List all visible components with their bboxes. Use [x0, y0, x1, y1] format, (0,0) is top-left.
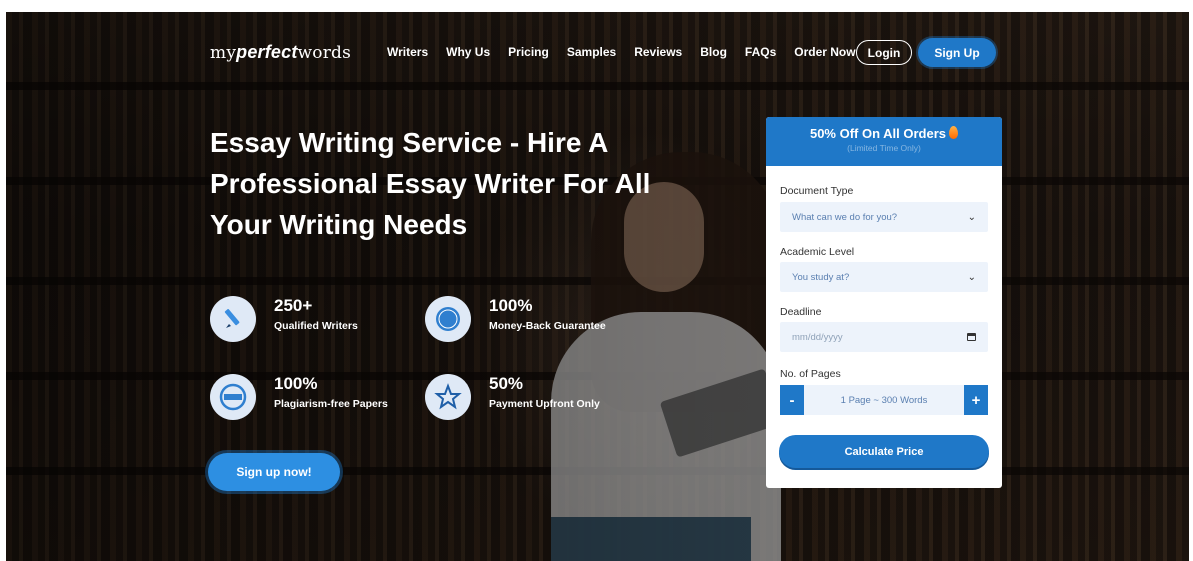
pages-value: 1 Page ~ 300 Words: [804, 385, 964, 415]
academic-level-select[interactable]: You study at? ⌄: [780, 262, 988, 292]
pages-label: No. of Pages: [780, 368, 841, 380]
feature-label: Qualified Writers: [274, 320, 358, 332]
background-overlay: [6, 12, 1189, 561]
academic-level-label: Academic Level: [780, 246, 855, 258]
deadline-input[interactable]: mm/dd/yyyy: [780, 322, 988, 352]
nav-why-us[interactable]: Why Us: [446, 45, 490, 59]
star-icon: [425, 374, 471, 420]
calculate-price-button[interactable]: Calculate Price: [779, 435, 989, 468]
logo-suffix: words: [297, 43, 352, 63]
login-button[interactable]: Login: [856, 40, 912, 65]
main-nav: Writers Why Us Pricing Samples Reviews B…: [387, 45, 874, 59]
increase-pages-button[interactable]: +: [964, 385, 988, 415]
brand-logo[interactable]: myperfectwords: [210, 42, 351, 63]
academic-level-placeholder: You study at?: [792, 271, 850, 283]
money-back-badge-icon: [425, 296, 471, 342]
nav-samples[interactable]: Samples: [567, 45, 616, 59]
nav-blog[interactable]: Blog: [700, 45, 727, 59]
feature-number: 100%: [489, 296, 533, 315]
feature-label: Plagiarism-free Papers: [274, 398, 388, 410]
nav-reviews[interactable]: Reviews: [634, 45, 682, 59]
signup-button[interactable]: Sign Up: [918, 38, 996, 67]
offer-title: 50% Off On All Orders: [809, 126, 947, 141]
decrease-pages-button[interactable]: -: [780, 385, 804, 415]
hero-section: [6, 12, 1189, 561]
deadline-label: Deadline: [780, 306, 822, 318]
feature-writers: 250+ Qualified Writers: [210, 296, 358, 342]
pages-stepper: - 1 Page ~ 300 Words +: [780, 385, 988, 415]
feature-money-back: 100% Money-Back Guarantee: [425, 296, 606, 342]
calendar-icon[interactable]: [967, 333, 976, 341]
pen-icon: [210, 296, 256, 342]
fire-icon: [949, 126, 959, 139]
nav-pricing[interactable]: Pricing: [508, 45, 549, 59]
document-type-placeholder: What can we do for you?: [792, 211, 898, 223]
nav-faqs[interactable]: FAQs: [745, 45, 776, 59]
hero-title: Essay Writing Service - Hire A Professio…: [210, 127, 651, 240]
authentic-badge-icon: [210, 374, 256, 420]
deadline-placeholder: mm/dd/yyyy: [792, 331, 843, 343]
chevron-down-icon: ⌄: [967, 211, 976, 223]
feature-upfront-payment: 50% Payment Upfront Only: [425, 374, 600, 420]
document-type-label: Document Type: [780, 185, 854, 197]
logo-prefix: my: [210, 43, 237, 63]
feature-number: 100%: [274, 374, 318, 393]
offer-header: 50% Off On All Orders (Limited Time Only…: [766, 117, 1002, 166]
feature-number: 50%: [489, 374, 524, 393]
logo-bold: perfect: [236, 42, 298, 62]
document-type-select[interactable]: What can we do for you? ⌄: [780, 202, 988, 232]
chevron-down-icon: ⌄: [967, 271, 976, 283]
nav-order-now[interactable]: Order Now: [794, 45, 855, 59]
feature-label: Money-Back Guarantee: [489, 320, 606, 332]
nav-writers[interactable]: Writers: [387, 45, 428, 59]
offer-subtitle: (Limited Time Only): [847, 143, 921, 153]
order-form: 50% Off On All Orders (Limited Time Only…: [766, 117, 1002, 488]
feature-number: 250+: [274, 296, 313, 315]
feature-plagiarism-free: 100% Plagiarism-free Papers: [210, 374, 388, 420]
feature-label: Payment Upfront Only: [489, 398, 600, 410]
signup-now-button[interactable]: Sign up now!: [208, 453, 340, 491]
